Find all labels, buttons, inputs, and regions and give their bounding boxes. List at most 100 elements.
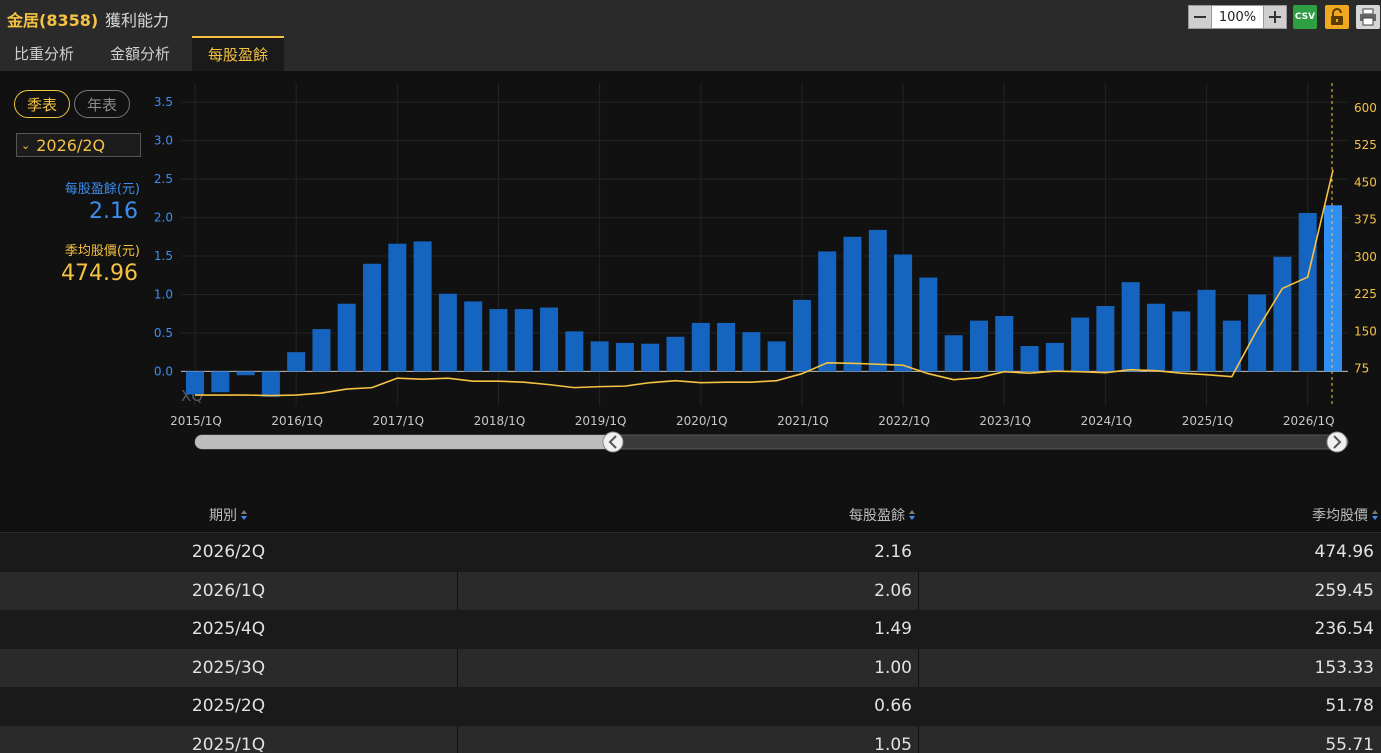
cell-eps: 1.00 (457, 648, 918, 687)
eps-bar (540, 307, 559, 372)
sort-icon (1372, 509, 1379, 521)
x-tick-label: 2017/1Q (372, 414, 424, 428)
cell-eps: 1.05 (457, 725, 918, 753)
eps-bar (287, 352, 306, 372)
left-axis-tick: 1.0 (154, 287, 173, 301)
eps-bar (363, 263, 382, 372)
right-axis-tick: 525 (1354, 138, 1377, 152)
lock-button[interactable] (1325, 5, 1349, 29)
eps-bar (565, 331, 584, 372)
x-tick-label: 2020/1Q (676, 414, 728, 428)
eps-bar (995, 316, 1014, 372)
x-tick-label: 2018/1Q (474, 414, 526, 428)
eps-bar (1020, 346, 1039, 372)
table-row[interactable]: 2026/2Q 2.16 474.96 (0, 533, 1381, 572)
col-header-eps[interactable]: 每股盈餘 (457, 496, 918, 533)
cell-eps: 2.16 (874, 542, 912, 563)
x-tick-label: 2021/1Q (777, 414, 829, 428)
right-axis-tick: 600 (1354, 101, 1377, 115)
eps-bar (969, 320, 988, 372)
cell-price: 153.33 (918, 648, 1381, 687)
tab-eps[interactable]: 每股盈餘 (192, 36, 284, 71)
cell-period: 2025/3Q (191, 657, 266, 678)
unlock-icon (1331, 8, 1343, 25)
x-tick-label: 2019/1Q (575, 414, 627, 428)
cell-price: 55.71 (918, 725, 1381, 753)
eps-bar (1071, 317, 1090, 372)
cell-period: 2026/1Q (191, 580, 266, 601)
cell-price: 51.78 (1325, 696, 1374, 717)
right-axis-tick: 75 (1354, 362, 1369, 376)
cell-eps: 0.66 (874, 696, 912, 717)
eps-bar (590, 341, 609, 372)
eps-bar (1146, 303, 1165, 372)
eps-bar (666, 336, 685, 372)
eps-bar (438, 293, 457, 372)
eps-bar (1324, 205, 1342, 372)
eps-bar (615, 342, 634, 372)
table-row[interactable]: 2025/2Q 0.66 51.78 (0, 687, 1381, 726)
x-tick-label: 2024/1Q (1081, 414, 1133, 428)
tab-amount-analysis[interactable]: 金額分析 (96, 36, 184, 71)
right-axis-tick: 450 (1354, 175, 1377, 189)
table-row[interactable]: 2025/1Q 1.05 55.71 (0, 725, 1381, 753)
cell-eps: 1.49 (874, 619, 912, 640)
table-row[interactable]: 2025/3Q 1.00 153.33 (0, 648, 1381, 687)
stock-name: 金居(8358) (7, 11, 99, 30)
eps-bar (717, 322, 736, 372)
eps-bar (691, 322, 710, 372)
scroll-thumb[interactable] (195, 435, 613, 449)
eps-bar (1197, 289, 1216, 372)
eps-bar (464, 301, 483, 372)
scroll-left-handle[interactable] (602, 431, 624, 453)
left-axis-tick: 0.5 (154, 326, 173, 340)
x-tick-label: 2025/1Q (1182, 414, 1234, 428)
eps-bar (312, 329, 331, 372)
table-row[interactable]: 2026/1Q 2.06 259.45 (0, 571, 1381, 610)
eps-bar (919, 277, 938, 372)
eps-bar (868, 229, 887, 372)
table-row[interactable]: 2025/4Q 1.49 236.54 (0, 610, 1381, 649)
x-tick-label: 2026/1Q (1283, 414, 1335, 428)
x-tick-label: 2023/1Q (979, 414, 1031, 428)
eps-bar (1045, 342, 1064, 372)
eps-bar (261, 371, 280, 397)
cell-price: 259.45 (918, 571, 1381, 610)
col-header-price[interactable]: 季均股價 (918, 496, 1381, 533)
tab-ratio-analysis[interactable]: 比重分析 (0, 36, 88, 71)
right-axis-tick: 375 (1354, 213, 1377, 227)
eps-bar (211, 371, 230, 393)
csv-icon: CSV (1294, 12, 1316, 22)
sort-icon (241, 509, 248, 521)
eps-bar (186, 371, 204, 395)
left-axis-tick: 3.5 (154, 95, 173, 109)
cell-price: 474.96 (1314, 542, 1374, 563)
col-header-period[interactable]: 期別 (0, 496, 457, 533)
cell-eps: 2.06 (457, 571, 918, 610)
table-body: 2026/2Q 2.16 474.96 2026/1Q 2.06 259.45 … (0, 533, 1381, 753)
col-header-label: 期別 (209, 507, 237, 524)
eps-bar (792, 299, 811, 372)
eps-bar (1298, 212, 1317, 372)
left-axis-tick: 1.5 (154, 249, 173, 263)
eps-bar (944, 335, 963, 372)
zoom-in-button[interactable] (1263, 5, 1287, 29)
app-window: 金居(8358) 獲利能力 100% CSV 比重分析 金額分析 每股盈餘 季表… (0, 0, 1381, 753)
x-tick-label: 2016/1Q (271, 414, 323, 428)
left-axis-tick: 2.0 (154, 211, 173, 225)
eps-bar (894, 254, 913, 372)
right-axis-tick: 300 (1354, 250, 1377, 264)
left-axis-tick: 2.5 (154, 172, 173, 186)
page-title: 獲利能力 (105, 11, 170, 30)
table-header: 期別 每股盈餘 季均股價 (0, 496, 1381, 533)
eps-bar (1096, 306, 1115, 372)
eps-bar (236, 371, 255, 376)
col-header-label: 每股盈餘 (849, 507, 905, 524)
csv-export-button[interactable]: CSV (1293, 5, 1317, 29)
print-button[interactable] (1356, 5, 1380, 29)
eps-bar (489, 309, 508, 372)
eps-bar (1172, 311, 1191, 372)
scroll-right-handle[interactable] (1326, 431, 1348, 453)
zoom-out-button[interactable] (1188, 5, 1212, 29)
eps-bar (1248, 294, 1267, 372)
